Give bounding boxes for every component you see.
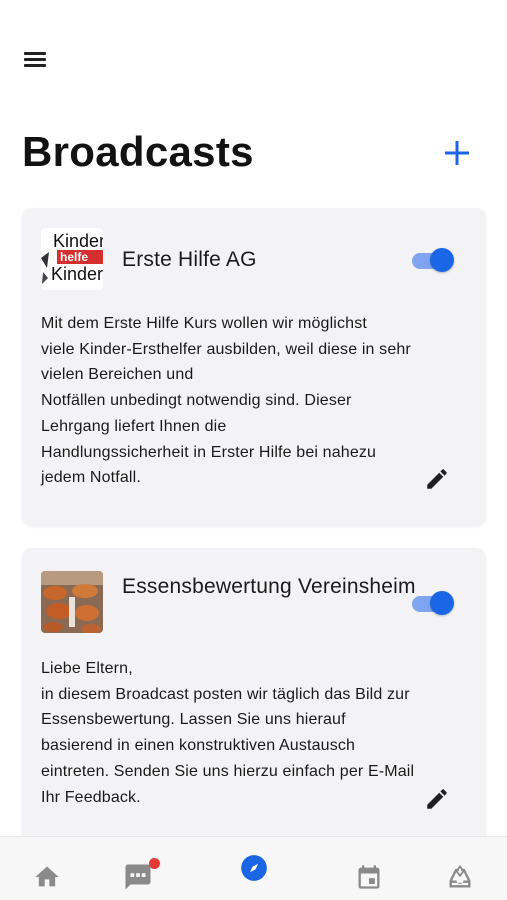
svg-text:Kinder: Kinder xyxy=(53,231,103,251)
broadcast-toggle[interactable] xyxy=(410,589,456,615)
bottom-navigation xyxy=(0,836,507,900)
inbox-icon xyxy=(449,865,471,888)
add-broadcast-button[interactable] xyxy=(440,136,474,170)
broadcast-title: Erste Hilfe AG xyxy=(122,248,257,271)
nav-home[interactable] xyxy=(17,837,77,900)
nav-inbox[interactable] xyxy=(430,837,490,900)
edit-broadcast-button[interactable] xyxy=(424,786,450,812)
nav-chat[interactable] xyxy=(108,837,168,900)
home-icon xyxy=(35,866,59,887)
plus-icon xyxy=(445,141,469,165)
calendar-icon xyxy=(358,865,380,889)
broadcast-card[interactable]: Kinder helfe Kinder Erste Hilfe AG Mit d… xyxy=(22,208,486,526)
hamburger-menu-icon xyxy=(24,52,46,55)
nav-explore[interactable] xyxy=(224,837,284,900)
svg-text:helfe: helfe xyxy=(60,250,88,264)
broadcast-toggle[interactable] xyxy=(410,246,456,272)
broadcast-description: Liebe Eltern, in diesem Broadcast posten… xyxy=(41,660,415,806)
pencil-icon xyxy=(427,789,447,809)
notification-badge xyxy=(149,858,160,869)
page-title: Broadcasts xyxy=(22,128,254,175)
broadcast-image xyxy=(41,571,103,633)
nav-calendar[interactable] xyxy=(339,837,399,900)
broadcast-title: Essensbewertung Vereinsheim xyxy=(122,575,416,598)
pencil-icon xyxy=(427,469,447,489)
broadcast-description: Mit dem Erste Hilfe Kurs wollen wir mögl… xyxy=(41,315,411,487)
svg-text:Kinder: Kinder xyxy=(51,264,103,284)
menu-button[interactable] xyxy=(22,48,50,70)
compass-icon xyxy=(241,855,267,881)
broadcast-image: Kinder helfe Kinder xyxy=(41,228,103,290)
edit-broadcast-button[interactable] xyxy=(424,466,450,492)
broadcast-card[interactable]: Essensbewertung Vereinsheim Liebe Eltern… xyxy=(22,548,486,848)
